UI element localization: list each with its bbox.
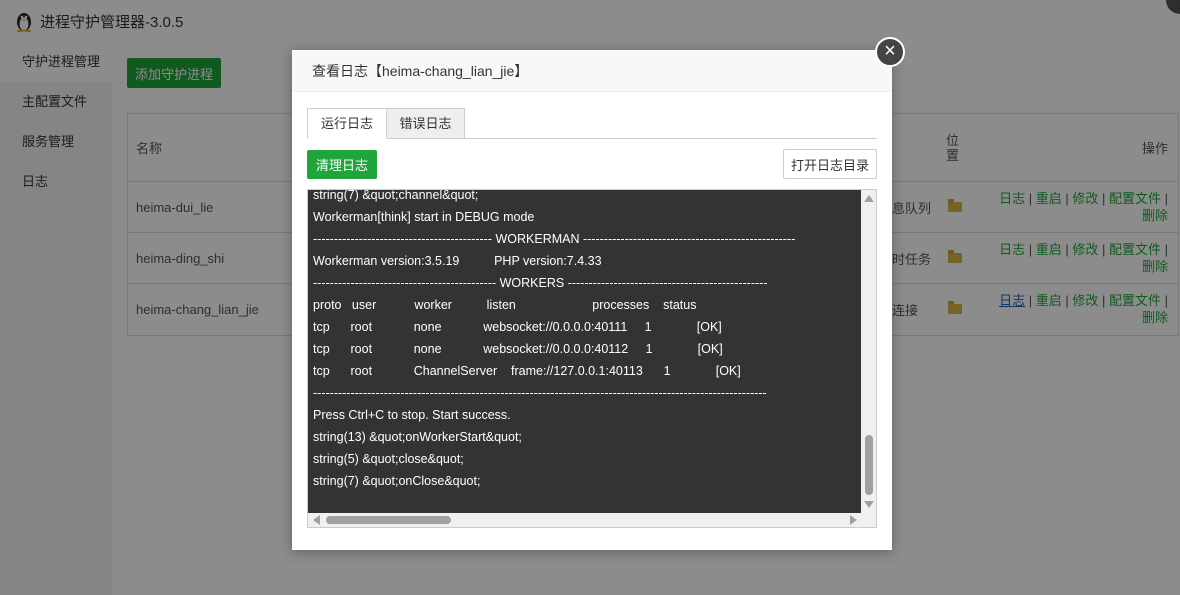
- vertical-scrollbar[interactable]: [861, 190, 876, 513]
- log-line: ----------------------------------------…: [313, 276, 768, 290]
- log-line: tcp root ChannelServer frame://127.0.0.1…: [313, 364, 741, 378]
- tab-run-log[interactable]: 运行日志: [307, 108, 387, 139]
- log-output[interactable]: string(7) &quot;channel&quot; Workerman[t…: [308, 190, 861, 513]
- log-line: tcp root none websocket://0.0.0.0:40112 …: [313, 342, 723, 356]
- scroll-down-icon[interactable]: [864, 501, 874, 508]
- log-line: string(7) &quot;channel&quot;: [313, 190, 479, 202]
- log-line: Workerman version:3.5.19 PHP version:7.4…: [313, 254, 602, 268]
- log-line: ----------------------------------------…: [313, 232, 796, 246]
- log-box: string(7) &quot;channel&quot; Workerman[t…: [307, 189, 877, 528]
- log-line: Press Ctrl+C to stop. Start success.: [313, 408, 511, 422]
- scroll-right-icon[interactable]: [850, 515, 857, 525]
- tab-error-log[interactable]: 错误日志: [387, 108, 465, 139]
- horizontal-scrollbar[interactable]: [308, 513, 861, 527]
- clear-log-button[interactable]: 清理日志: [307, 150, 377, 179]
- horizontal-scroll-thumb[interactable]: [326, 516, 451, 524]
- log-line: Workerman[think] start in DEBUG mode: [313, 210, 535, 224]
- modal-title: 查看日志【heima-chang_lian_jie】: [292, 50, 892, 92]
- log-line: tcp root none websocket://0.0.0.0:40111 …: [313, 320, 722, 334]
- log-line: proto user worker listen processes statu…: [313, 298, 697, 312]
- log-line: ----------------------------------------…: [313, 386, 767, 400]
- close-icon[interactable]: ×: [875, 37, 905, 67]
- log-line: string(5) &quot;close&quot;: [313, 452, 464, 466]
- log-line: string(7) &quot;onClose&quot;: [313, 474, 481, 488]
- log-viewer-modal: 查看日志【heima-chang_lian_jie】 × 运行日志 错误日志 清…: [292, 37, 905, 550]
- scroll-left-icon[interactable]: [313, 515, 320, 525]
- vertical-scroll-thumb[interactable]: [865, 435, 873, 495]
- open-log-dir-button[interactable]: 打开日志目录: [783, 149, 877, 179]
- log-line: string(13) &quot;onWorkerStart&quot;: [313, 430, 522, 444]
- scroll-up-icon[interactable]: [864, 195, 874, 202]
- log-tabs: 运行日志 错误日志: [307, 108, 877, 139]
